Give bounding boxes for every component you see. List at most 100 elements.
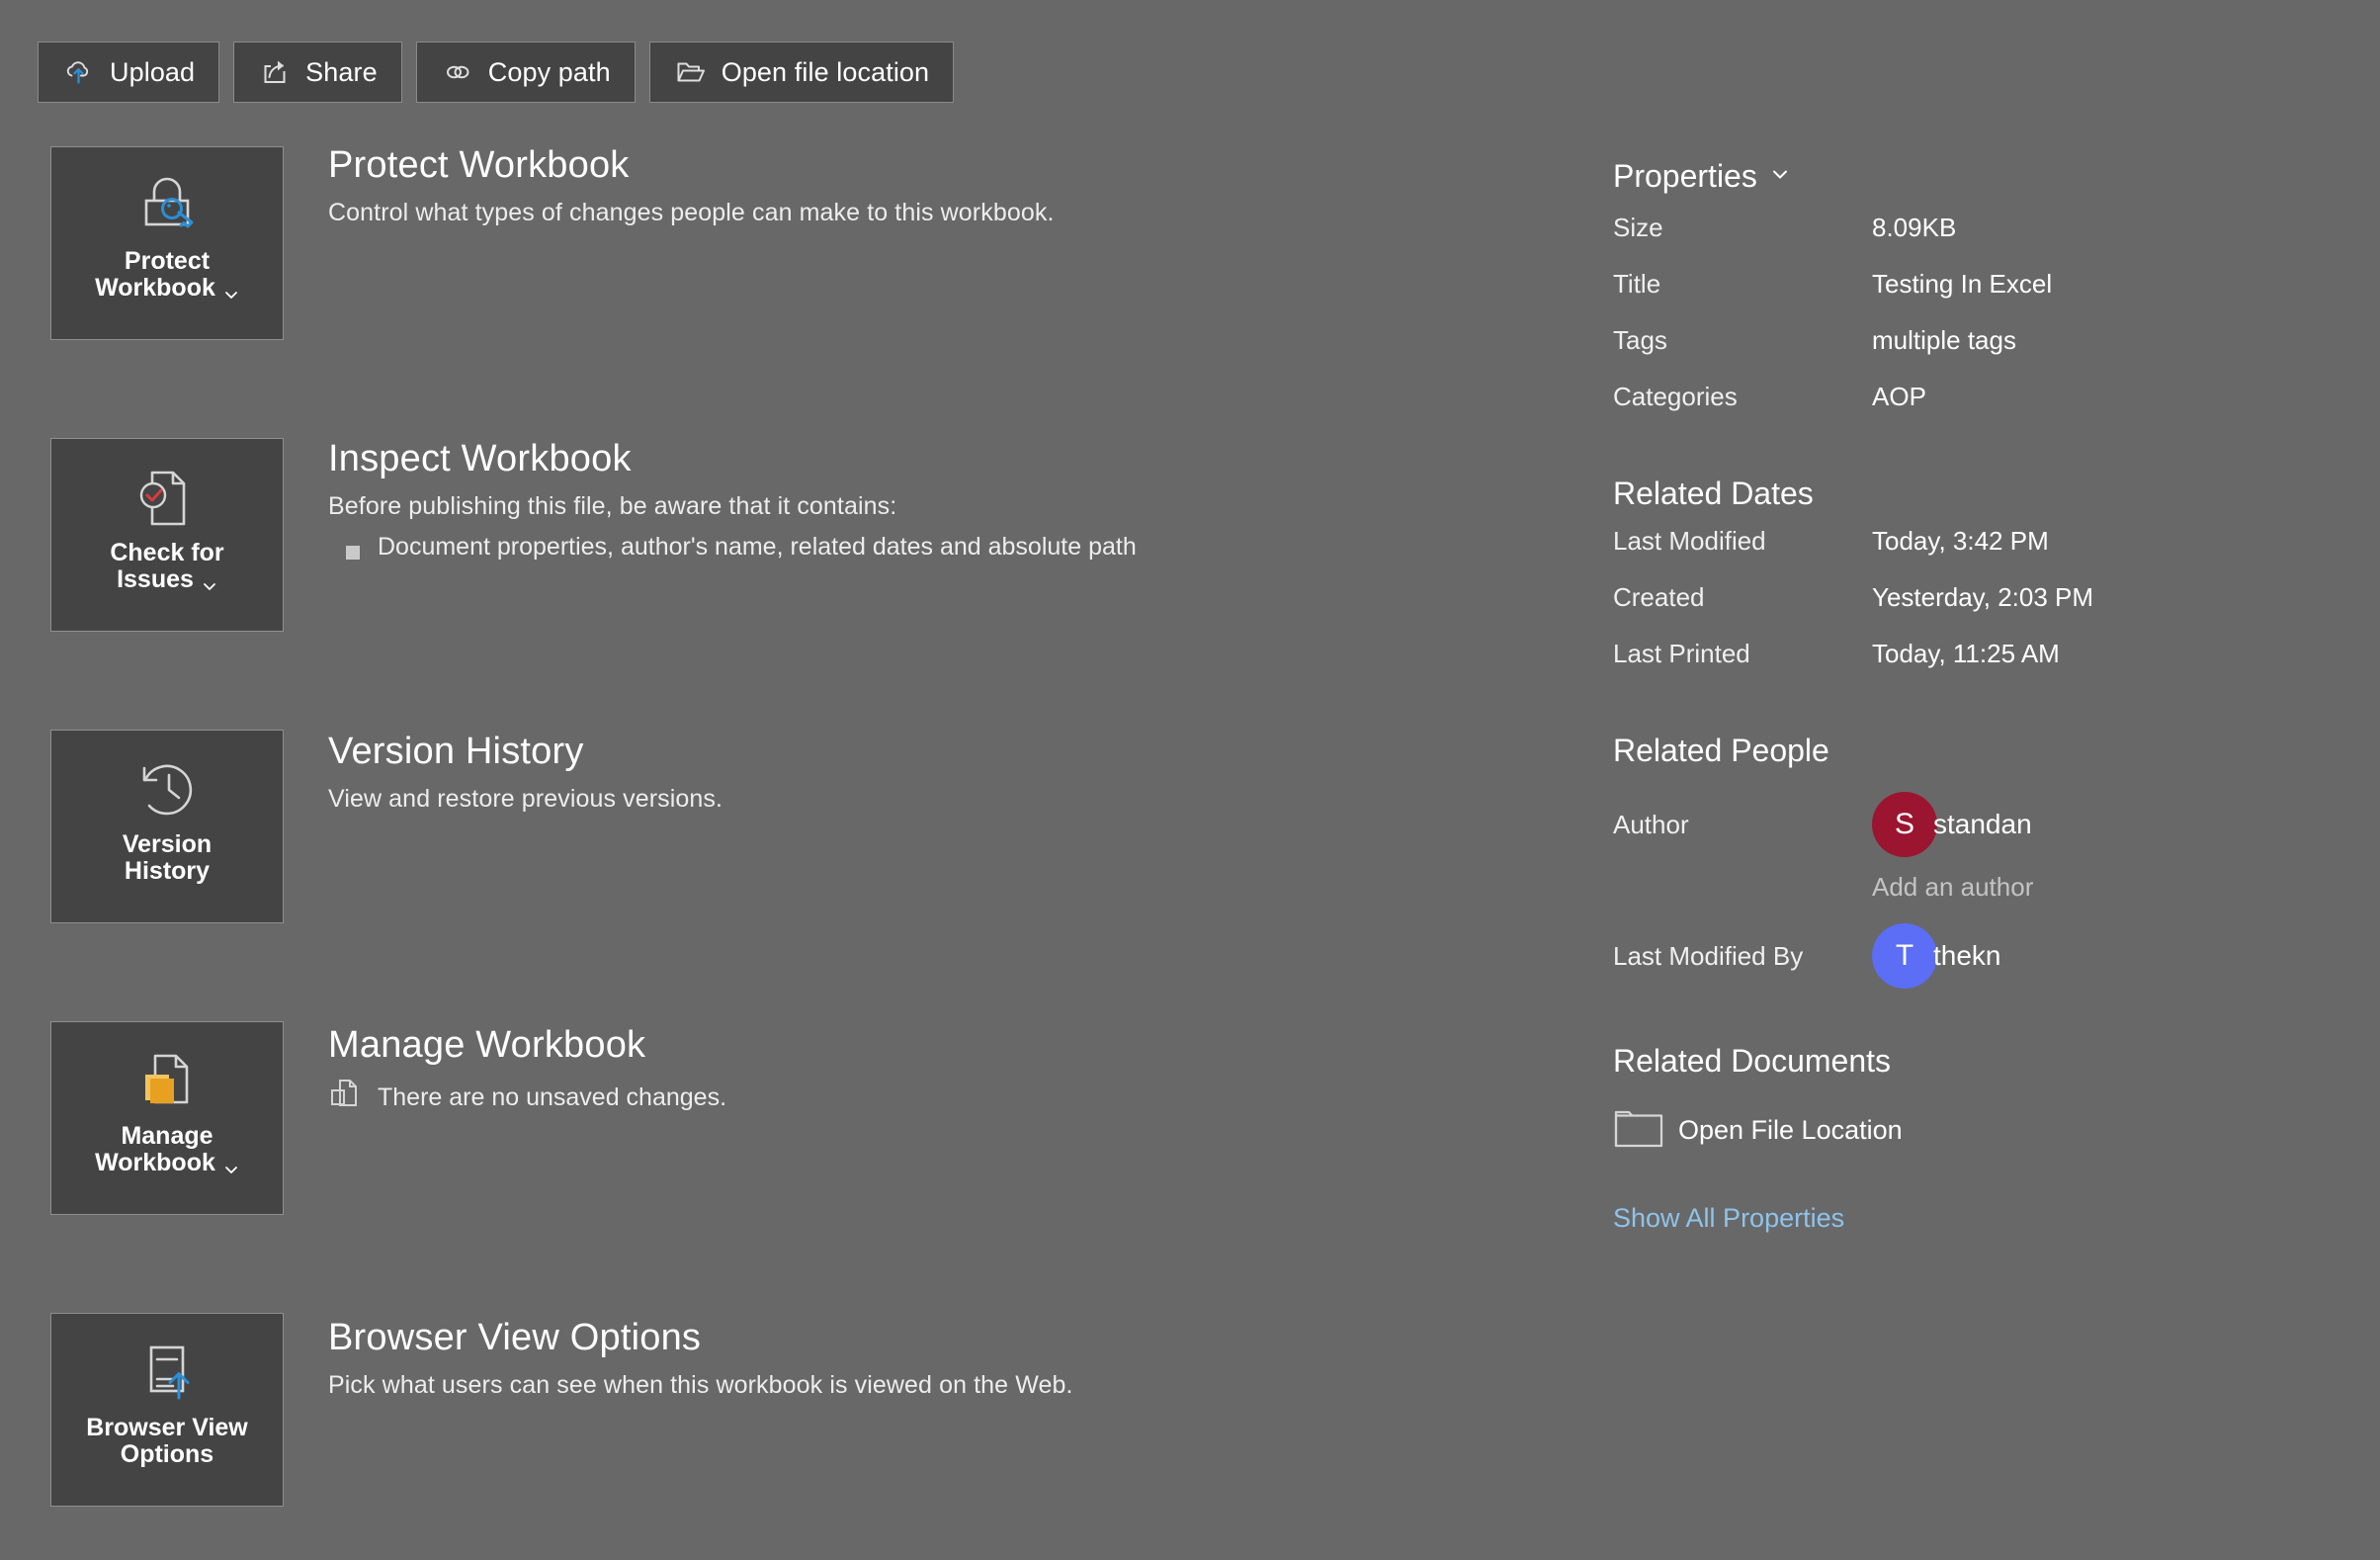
- upload-button[interactable]: Upload: [38, 42, 220, 103]
- lock-key-icon: [128, 169, 207, 244]
- link-icon: [441, 55, 474, 89]
- upload-button-label: Upload: [110, 56, 196, 87]
- manage-workbook-section: Manage Workbook There are no unsaved cha…: [328, 1024, 726, 1118]
- show-all-properties-link[interactable]: Show All Properties: [1613, 1203, 1844, 1234]
- avatar: T: [1872, 923, 1937, 989]
- clock-history-icon: [128, 752, 207, 827]
- cloud-upload-icon: [62, 55, 96, 89]
- manage-workbook-status: There are no unsaved changes.: [328, 1078, 726, 1118]
- manage-workbook-tile[interactable]: Manage Workbook: [50, 1021, 284, 1215]
- folder-icon: [1613, 1105, 1664, 1156]
- last-modified-by-name: thekn: [1933, 940, 2001, 971]
- manage-workbook-tile-label-line2: Workbook: [95, 1149, 215, 1176]
- version-history-tile[interactable]: Version History: [50, 730, 284, 923]
- related-date-key: Last Printed: [1613, 639, 1750, 668]
- browser-view-options-description: Pick what users can see when this workbo…: [328, 1370, 1073, 1399]
- document-upload-icon: [128, 1336, 207, 1411]
- browser-view-options-tile[interactable]: Browser View Options: [50, 1313, 284, 1507]
- browser-view-options-tile-label-line2: Options: [120, 1440, 214, 1468]
- protect-workbook-tile[interactable]: Protect Workbook: [50, 146, 284, 340]
- related-date-row-last-printed: Last Printed Today, 11:25 AM: [1613, 639, 2305, 695]
- inspect-workbook-heading: Inspect Workbook: [328, 438, 632, 479]
- property-value[interactable]: Testing In Excel: [1872, 269, 2052, 300]
- inspect-workbook-bullet-text: Document properties, author's name, rela…: [378, 532, 1137, 561]
- related-people-heading: Related People: [1613, 733, 1829, 768]
- properties-header-label: Properties: [1613, 158, 1757, 194]
- property-key: Tags: [1613, 325, 1667, 355]
- author-person[interactable]: S standan: [1872, 792, 2032, 857]
- manage-workbook-tile-label-line1: Manage: [121, 1122, 213, 1150]
- share-button[interactable]: Share: [233, 42, 402, 103]
- related-date-key: Last Modified: [1613, 526, 1766, 556]
- property-value[interactable]: AOP: [1872, 382, 1926, 412]
- browser-view-options-tile-caption: Browser View Options: [86, 1415, 248, 1468]
- property-value[interactable]: multiple tags: [1872, 325, 2016, 356]
- related-people-row-author: Author S standan: [1613, 783, 2305, 866]
- open-file-location-link[interactable]: Open File Location: [1613, 1105, 2305, 1156]
- inspect-workbook-description: Before publishing this file, be aware th…: [328, 491, 897, 520]
- browser-view-options-heading: Browser View Options: [328, 1317, 702, 1358]
- related-documents-heading: Related Documents: [1613, 1043, 1892, 1079]
- check-for-issues-tile[interactable]: Check for Issues: [50, 438, 284, 632]
- chevron-down-icon: [223, 282, 239, 299]
- check-for-issues-tile-label-line2: Issues: [117, 565, 194, 593]
- command-tile-column: Protect Workbook Check for Issues Versio…: [50, 146, 284, 1507]
- author-name: standan: [1933, 809, 2032, 839]
- property-value[interactable]: 8.09KB: [1872, 213, 1956, 243]
- inspect-workbook-bullet: Document properties, author's name, rela…: [328, 533, 1137, 562]
- check-for-issues-tile-caption: Check for Issues: [110, 540, 223, 593]
- version-history-tile-label-line2: History: [124, 857, 211, 885]
- version-history-description: View and restore previous versions.: [328, 784, 723, 813]
- chevron-down-icon: [202, 573, 217, 590]
- avatar: S: [1872, 792, 1937, 857]
- manage-workbook-tile-caption: Manage Workbook: [95, 1123, 239, 1176]
- related-date-key: Created: [1613, 582, 1705, 612]
- version-history-section: Version History View and restore previou…: [328, 731, 723, 814]
- manage-workbook-heading: Manage Workbook: [328, 1024, 646, 1066]
- open-file-location-button-label: Open file location: [721, 56, 930, 87]
- browser-view-options-section: Browser View Options Pick what users can…: [328, 1317, 1073, 1400]
- protect-workbook-tile-caption: Protect Workbook: [95, 248, 239, 302]
- author-key: Author: [1613, 809, 1689, 839]
- document-stack-icon: [128, 1044, 207, 1119]
- property-key: Categories: [1613, 382, 1738, 411]
- add-author-field[interactable]: Add an author: [1872, 872, 2305, 903]
- protect-workbook-heading: Protect Workbook: [328, 144, 630, 186]
- related-date-value: Today, 3:42 PM: [1872, 526, 2049, 556]
- protect-workbook-tile-label-line2: Workbook: [95, 274, 215, 302]
- file-actions-toolbar: Upload Share Copy path Open file locatio…: [38, 42, 955, 103]
- chevron-down-icon[interactable]: [1770, 164, 1790, 189]
- property-row-categories: Categories AOP: [1613, 382, 2305, 438]
- bullet-square-icon: [346, 545, 360, 560]
- version-history-tile-label-line1: Version: [122, 830, 212, 858]
- property-row-tags: Tags multiple tags: [1613, 325, 2305, 382]
- copy-path-button[interactable]: Copy path: [415, 42, 636, 103]
- version-history-heading: Version History: [328, 731, 584, 772]
- protect-workbook-section: Protect Workbook Control what types of c…: [328, 144, 1055, 227]
- property-row-title: Title Testing In Excel: [1613, 269, 2305, 325]
- share-button-label: Share: [305, 56, 378, 87]
- last-modified-by-key: Last Modified By: [1613, 940, 1804, 971]
- manage-workbook-status-text: There are no unsaved changes.: [378, 1083, 727, 1111]
- related-people-row-last-modified-by: Last Modified By T thekn: [1613, 914, 2305, 997]
- inspect-workbook-section: Inspect Workbook Before publishing this …: [328, 438, 1137, 562]
- version-history-tile-caption: Version History: [123, 831, 212, 885]
- open-file-location-button[interactable]: Open file location: [648, 42, 955, 103]
- document-check-icon: [128, 461, 207, 536]
- protect-workbook-tile-label-line1: Protect: [124, 247, 211, 275]
- backstage-info-page: Upload Share Copy path Open file locatio…: [0, 0, 2380, 1560]
- browser-view-options-tile-label-line1: Browser View: [86, 1414, 248, 1441]
- property-row-size: Size 8.09KB: [1613, 213, 2305, 269]
- chevron-down-icon: [223, 1157, 239, 1173]
- related-date-row-last-modified: Last Modified Today, 3:42 PM: [1613, 526, 2305, 582]
- related-date-value: Today, 11:25 AM: [1872, 639, 2060, 668]
- copy-path-button-label: Copy path: [487, 56, 611, 87]
- check-for-issues-tile-label-line1: Check for: [110, 539, 224, 566]
- open-file-location-link-label: Open File Location: [1678, 1115, 1903, 1145]
- folder-open-icon: [674, 55, 708, 89]
- properties-panel: Properties Size 8.09KB Title Testing In …: [1613, 158, 2305, 1234]
- related-date-value: Yesterday, 2:03 PM: [1872, 582, 2094, 612]
- protect-workbook-description: Control what types of changes people can…: [328, 198, 1055, 226]
- last-modified-by-person[interactable]: T thekn: [1872, 923, 2001, 989]
- properties-header[interactable]: Properties: [1613, 158, 2305, 195]
